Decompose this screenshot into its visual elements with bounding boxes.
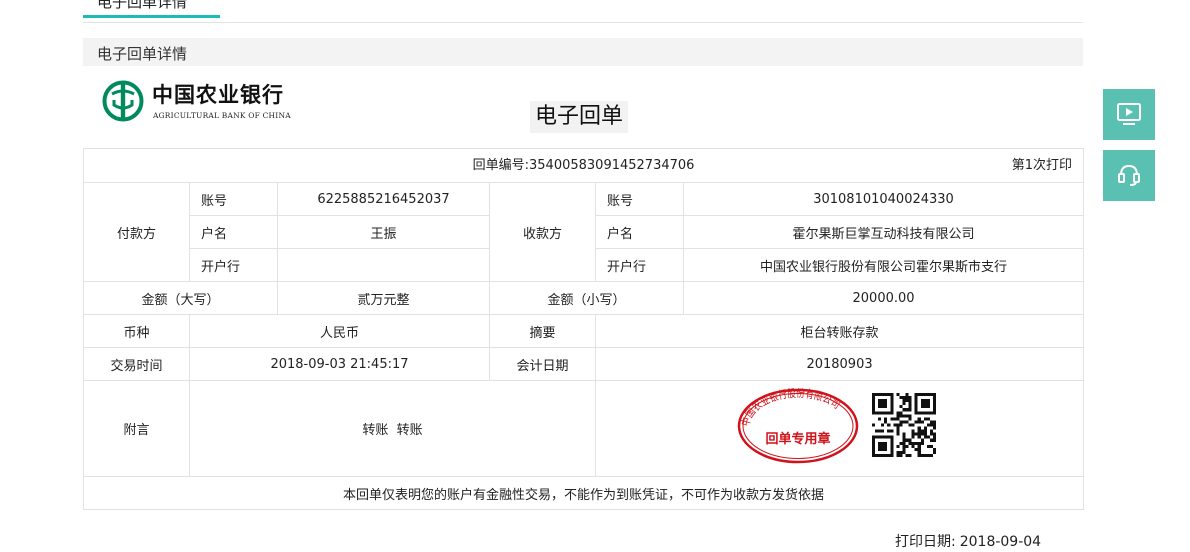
currency-label: 币种 bbox=[83, 314, 190, 348]
print-date-line: 打印日期: 2018-09-04 bbox=[895, 531, 1041, 551]
payee-bank-label: 开户行 bbox=[595, 248, 684, 282]
seal-bottom-text: 回单专用章 bbox=[765, 431, 830, 447]
transaction-time-label: 交易时间 bbox=[83, 347, 190, 381]
bank-logo: 中国农业银行 AGRICULTURAL BANK OF CHINA bbox=[102, 80, 312, 124]
payee-name: 霍尔果斯巨掌互动科技有限公司 bbox=[682, 215, 1085, 249]
payee-bank: 中国农业银行股份有限公司霍尔果斯市支行 bbox=[682, 248, 1085, 282]
bank-name-cn: 中国农业银行 bbox=[152, 82, 284, 107]
print-date-label: 打印日期: bbox=[895, 534, 956, 550]
receipt-header-row: 回单编号:35400583091452734706 第1次打印 bbox=[82, 148, 1085, 183]
abc-logo-icon bbox=[102, 80, 144, 122]
bank-name-en: AGRICULTURAL BANK OF CHINA bbox=[153, 111, 291, 120]
accounting-date: 20180903 bbox=[594, 347, 1085, 381]
tab-receipt-detail[interactable]: 电子回单详情 bbox=[83, 0, 220, 18]
customer-service-button[interactable] bbox=[1103, 150, 1155, 201]
section-header: 电子回单详情 bbox=[83, 38, 1083, 66]
note-label: 附言 bbox=[83, 380, 190, 477]
receipt-number-label: 回单编号: bbox=[472, 158, 530, 173]
section-title: 电子回单详情 bbox=[97, 45, 188, 63]
payer-bank-label: 开户行 bbox=[189, 248, 278, 282]
transaction-time: 2018-09-03 21:45:17 bbox=[189, 347, 490, 381]
summary-value: 柜台转账存款 bbox=[594, 314, 1085, 348]
print-date: 2018-09-04 bbox=[959, 534, 1042, 550]
currency-value: 人民币 bbox=[189, 314, 490, 348]
stamp-area: 中国农业银行股份有限公司 回单专用章 bbox=[594, 380, 1085, 477]
disclaimer: 本回单仅表明您的账户有金融性交易，不能作为到账凭证，不可作为收款方发货依据 bbox=[82, 476, 1085, 510]
payer-bank bbox=[277, 248, 490, 282]
receipt-number-line: 回单编号:35400583091452734706 bbox=[84, 149, 1083, 182]
receipt-number: 35400583091452734706 bbox=[529, 158, 695, 173]
customer-service-icon bbox=[1118, 164, 1140, 186]
amount-upper-label: 金额（大写） bbox=[83, 281, 278, 315]
payee-label: 收款方 bbox=[489, 182, 596, 282]
amount-lower-label: 金额（小写） bbox=[489, 281, 684, 315]
tab-bar: 电子回单详情 bbox=[83, 0, 1083, 23]
amount-upper: 贰万元整 bbox=[277, 281, 490, 315]
payer-account: 6225885216452037 bbox=[277, 182, 490, 216]
payer-name: 王振 bbox=[277, 215, 490, 249]
svg-text:中国农业银行股份有限公司: 中国农业银行股份有限公司 bbox=[739, 388, 843, 428]
document-title: 电子回单 bbox=[530, 101, 629, 133]
payer-account-label: 账号 bbox=[189, 182, 278, 216]
play-screen-icon bbox=[1117, 103, 1141, 125]
payer-label: 付款方 bbox=[83, 182, 190, 282]
accounting-date-label: 会计日期 bbox=[489, 347, 596, 381]
receipt-table: 回单编号:35400583091452734706 第1次打印 付款方 账号 6… bbox=[82, 148, 1085, 510]
seal-top-text: 中国农业银行股份有限公司 bbox=[739, 388, 843, 428]
summary-label: 摘要 bbox=[489, 314, 596, 348]
payee-name-label: 户名 bbox=[595, 215, 684, 249]
payee-account-label: 账号 bbox=[595, 182, 684, 216]
bank-seal: 中国农业银行股份有限公司 回单专用章 bbox=[737, 388, 859, 464]
qr-code bbox=[872, 393, 936, 457]
note-value: 转账 转账 bbox=[189, 380, 596, 477]
payee-account: 30108101040024330 bbox=[682, 182, 1085, 216]
payer-name-label: 户名 bbox=[189, 215, 278, 249]
print-count: 第1次打印 bbox=[1011, 158, 1073, 173]
amount-lower: 20000.00 bbox=[682, 281, 1085, 315]
video-help-button[interactable] bbox=[1103, 89, 1155, 140]
